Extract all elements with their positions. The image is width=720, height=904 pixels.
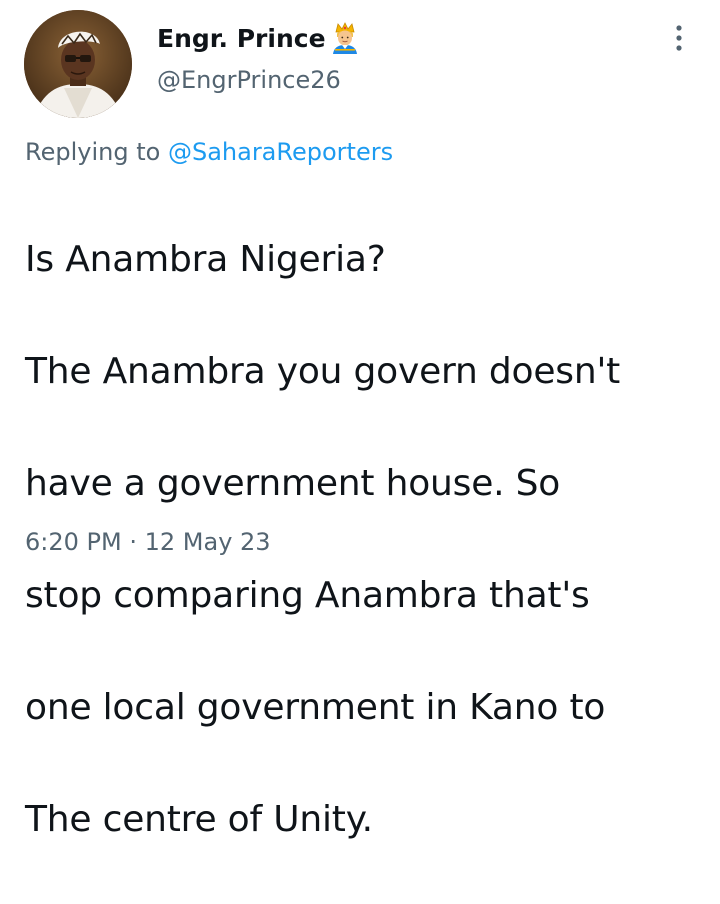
tweet-text-line: have a government house. So [25, 463, 561, 504]
tweet-date[interactable]: 12 May 23 [145, 528, 271, 556]
tweet-text-line: The Anambra you govern doesn't [25, 351, 621, 392]
user-handle[interactable]: @EngrPrince26 [157, 66, 341, 94]
timestamp-separator: · [129, 528, 145, 556]
tweet-text-line: stop comparing Anambra that's [25, 575, 590, 616]
display-name[interactable]: Engr. Prince [157, 24, 326, 53]
tweet-text-line: one local government in Kano to [25, 687, 606, 728]
man-with-crown-emoji-icon [330, 22, 360, 54]
tweet-time[interactable]: 6:20 PM [25, 528, 122, 556]
timestamp-row: 6:20 PM · 12 May 23 [25, 528, 271, 556]
more-vertical-icon [676, 25, 682, 51]
reply-target-link[interactable]: @SaharaReporters [168, 138, 393, 166]
display-name-row[interactable]: Engr. Prince [157, 20, 360, 56]
more-options-button[interactable] [668, 20, 690, 56]
tweet-text-line: Is Anambra Nigeria? [25, 239, 386, 280]
avatar[interactable] [24, 10, 132, 118]
avatar-image [24, 10, 132, 118]
replying-to-label: Replying to [25, 138, 161, 166]
tweet-text-line: The centre of Unity. [25, 799, 373, 840]
replying-to-line: Replying to @SaharaReporters [25, 138, 393, 166]
